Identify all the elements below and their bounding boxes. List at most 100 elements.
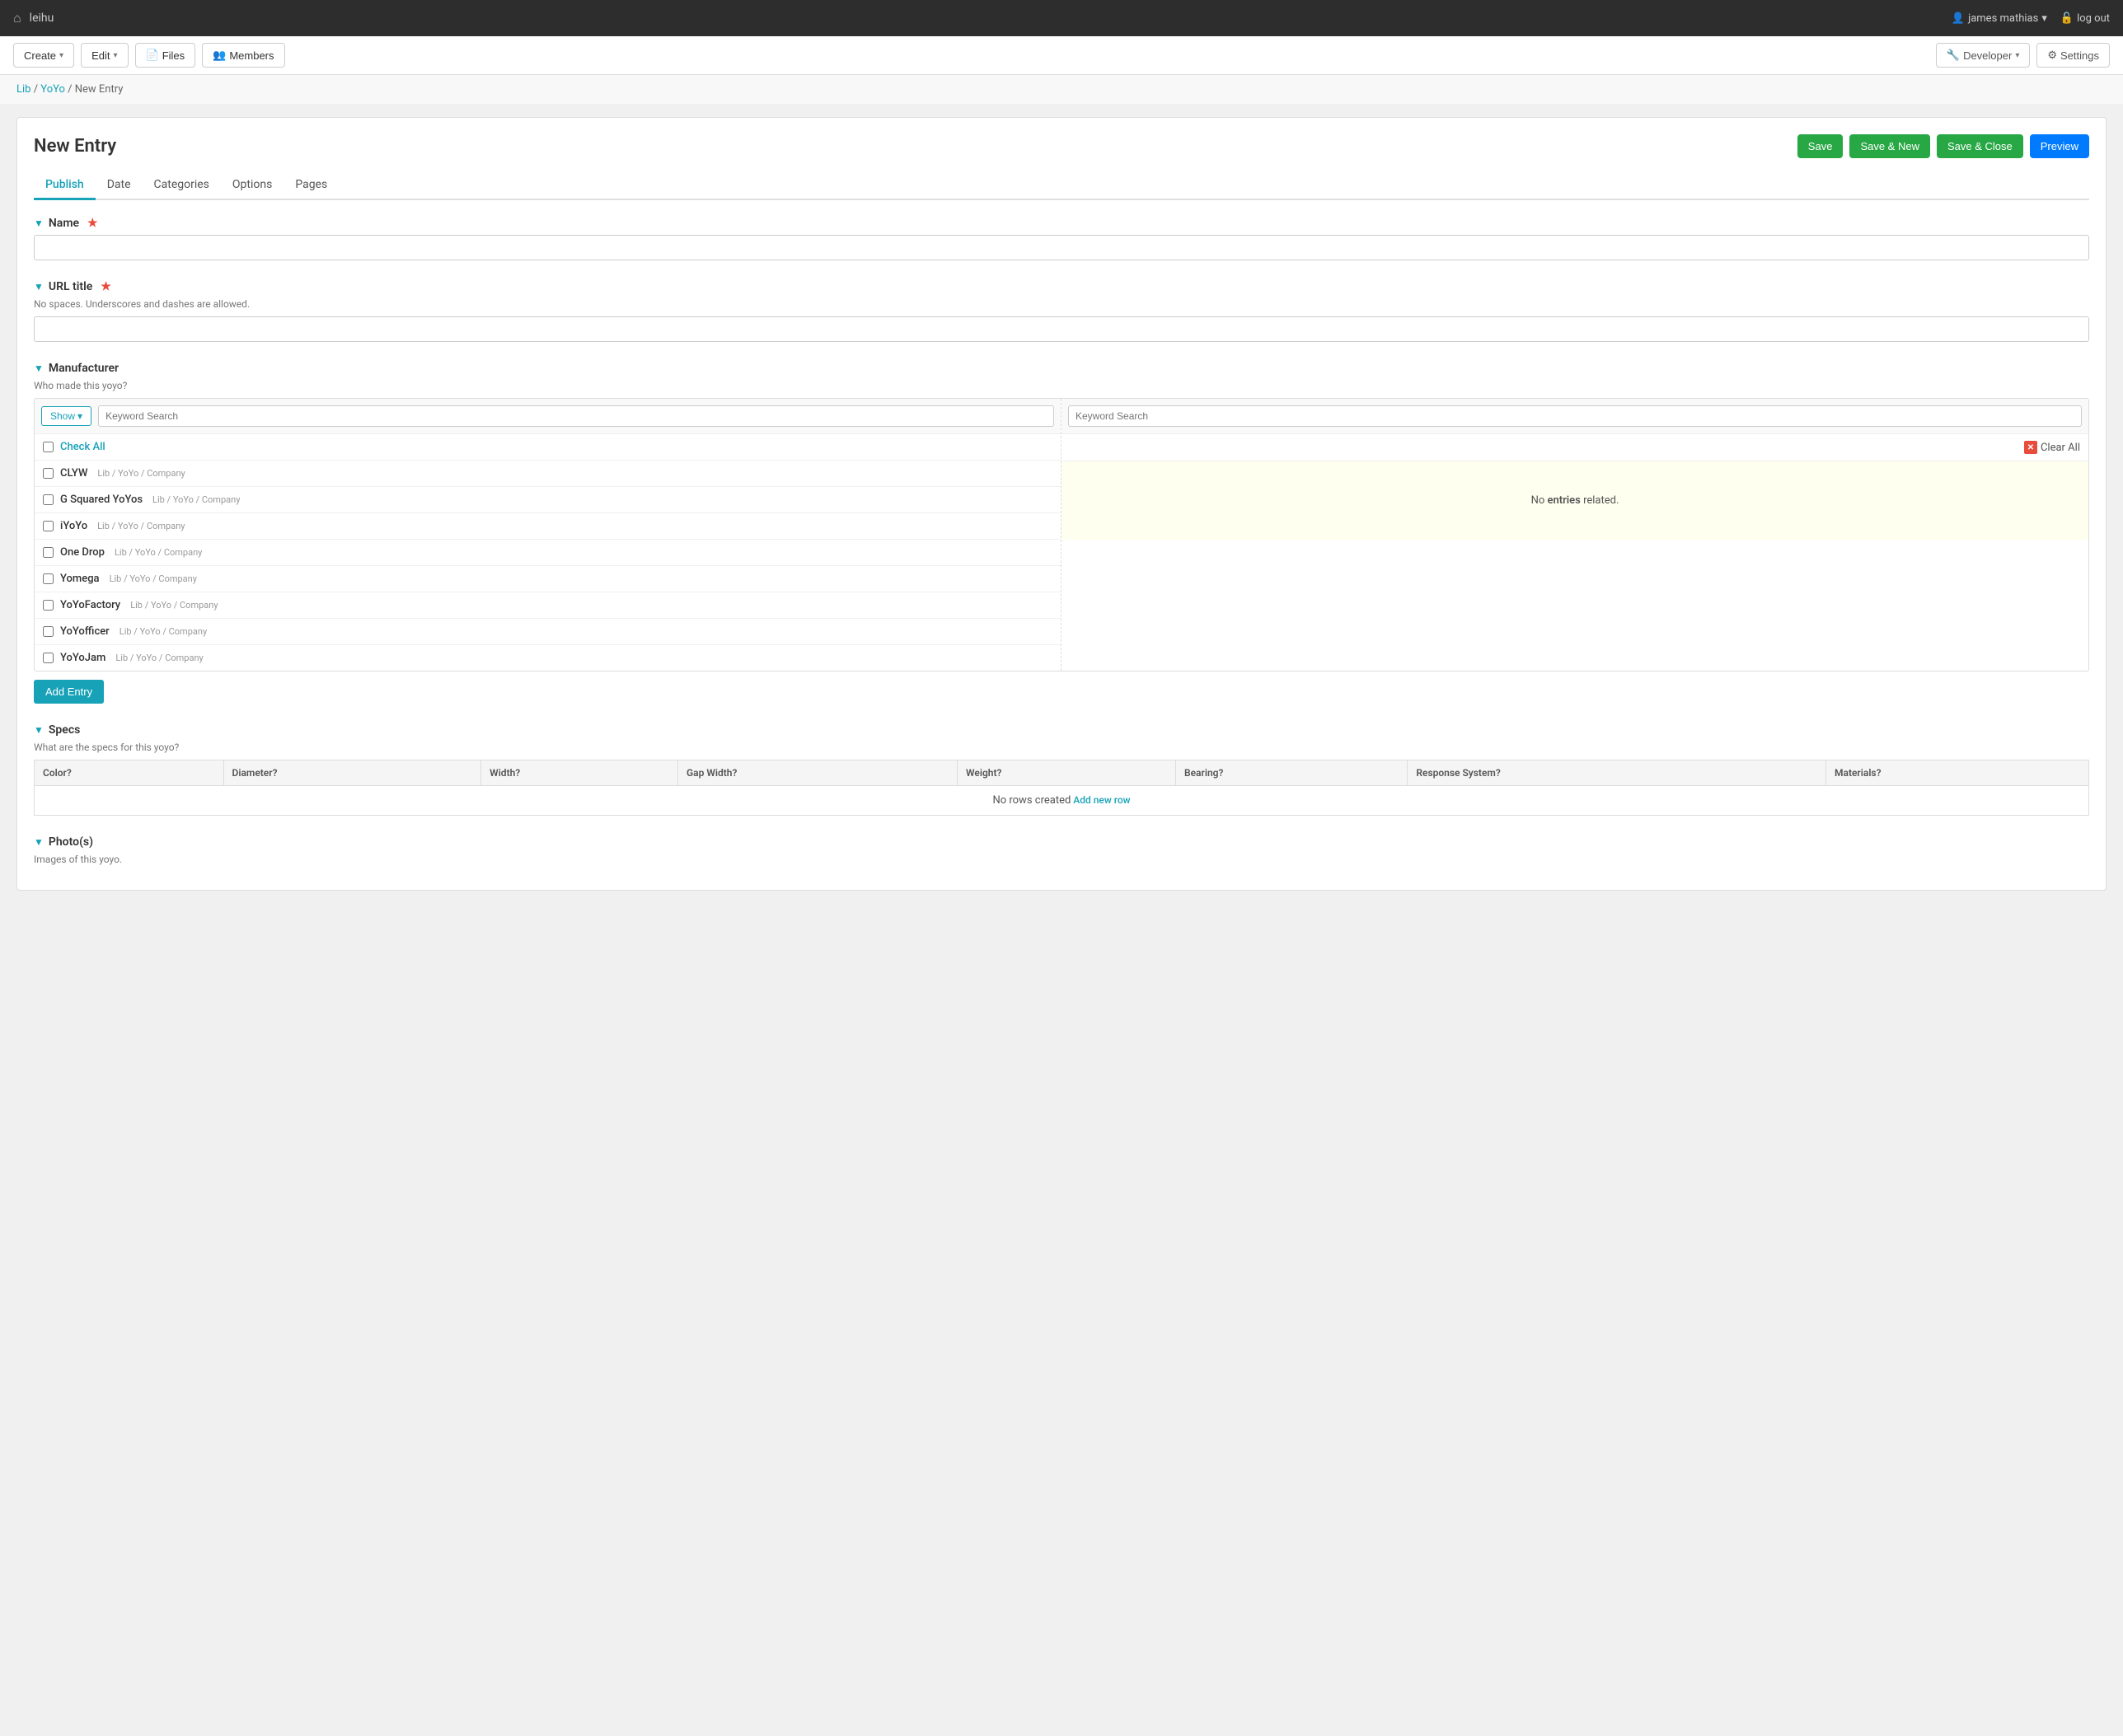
- home-icon[interactable]: ⌂: [13, 10, 21, 26]
- manufacturer-label: Manufacturer: [49, 362, 119, 375]
- manufacturer-list-item: One Drop Lib / YoYo / Company: [35, 540, 1061, 566]
- breadcrumb-yoyo[interactable]: YoYo: [40, 83, 65, 96]
- manufacturer-items-list: CLYW Lib / YoYo / Company G Squared YoYo…: [35, 461, 1061, 671]
- manufacturer-item-checkbox[interactable]: [43, 626, 54, 637]
- save-close-button[interactable]: Save & Close: [1937, 134, 2023, 158]
- tab-pages[interactable]: Pages: [284, 171, 339, 200]
- user-name: james mathias: [1968, 12, 2038, 25]
- manufacturer-chevron-icon: ▼: [34, 363, 44, 374]
- manufacturer-item-checkbox[interactable]: [43, 653, 54, 663]
- manufacturer-list-item: YoYoFactory Lib / YoYo / Company: [35, 592, 1061, 619]
- developer-icon: 🔧: [1947, 49, 1960, 62]
- specs-header-row: Color? Diameter? Width? Gap Width? Weigh…: [35, 760, 2089, 786]
- specs-hint: What are the specs for this yoyo?: [34, 742, 2089, 753]
- preview-button[interactable]: Preview: [2030, 134, 2089, 158]
- manufacturer-item-name: Yomega: [60, 573, 100, 585]
- save-button[interactable]: Save: [1797, 134, 1844, 158]
- add-entry-label: Add Entry: [45, 686, 92, 698]
- manufacturer-item-path: Lib / YoYo / Company: [110, 573, 197, 584]
- right-keyword-search-input[interactable]: [1068, 405, 2082, 427]
- manufacturer-item-checkbox[interactable]: [43, 468, 54, 479]
- create-button[interactable]: Create ▾: [13, 43, 74, 68]
- name-section: ▼ Name ★: [34, 217, 2089, 260]
- manufacturer-item-path: Lib / YoYo / Company: [120, 626, 207, 637]
- tab-options[interactable]: Options: [221, 171, 284, 200]
- manufacturer-item-path: Lib / YoYo / Company: [97, 521, 185, 531]
- manufacturer-list-item: CLYW Lib / YoYo / Company: [35, 461, 1061, 487]
- files-label: Files: [162, 49, 185, 62]
- breadcrumb-lib[interactable]: Lib: [16, 83, 30, 96]
- settings-label: Settings: [2060, 49, 2099, 62]
- right-panel-toolbar: [1062, 399, 2088, 434]
- manufacturer-item-name: One Drop: [60, 546, 105, 559]
- url-title-label: URL title: [49, 280, 92, 293]
- edit-dropdown-icon: ▾: [113, 51, 117, 60]
- developer-label: Developer: [1963, 49, 2012, 62]
- manufacturer-hint: Who made this yoyo?: [34, 380, 2089, 391]
- developer-button[interactable]: 🔧 Developer ▾: [1936, 43, 2030, 68]
- members-label: Members: [229, 49, 274, 62]
- col-color: Color?: [35, 760, 224, 786]
- specs-chevron-icon: ▼: [34, 724, 44, 736]
- entry-title: New Entry: [34, 136, 116, 157]
- url-title-chevron-icon: ▼: [34, 281, 44, 292]
- specs-table: Color? Diameter? Width? Gap Width? Weigh…: [34, 760, 2089, 816]
- no-entries-message: No entries related.: [1062, 461, 2088, 540]
- left-keyword-search-input[interactable]: [98, 405, 1054, 427]
- entry-tabs: Publish Date Categories Options Pages: [34, 171, 2089, 200]
- entry-actions: Save Save & New Save & Close Preview: [1797, 134, 2089, 158]
- check-all-row: Check All: [35, 434, 1061, 461]
- save-new-button[interactable]: Save & New: [1849, 134, 1930, 158]
- developer-dropdown-icon: ▾: [2015, 51, 2019, 60]
- manufacturer-item-name: YoYofficer: [60, 625, 110, 638]
- settings-button[interactable]: ⚙ Settings: [2036, 43, 2110, 68]
- url-title-required-star: ★: [101, 280, 111, 293]
- user-icon: 👤: [1952, 12, 1965, 25]
- manufacturer-item-checkbox[interactable]: [43, 547, 54, 558]
- manufacturer-item-name: iYoYo: [60, 520, 87, 532]
- manufacturer-box: Show ▾ Check All CLYW Lib: [34, 398, 2089, 671]
- manufacturer-item-checkbox[interactable]: [43, 573, 54, 584]
- manufacturer-item-name: CLYW: [60, 467, 87, 480]
- members-icon: 👥: [213, 49, 226, 62]
- check-all-label[interactable]: Check All: [60, 441, 105, 453]
- files-icon: 📄: [146, 49, 159, 62]
- clear-all-button[interactable]: ✕ Clear All: [2024, 441, 2080, 454]
- manufacturer-item-checkbox[interactable]: [43, 600, 54, 611]
- manufacturer-item-checkbox[interactable]: [43, 494, 54, 505]
- col-bearing: Bearing?: [1175, 760, 1407, 786]
- photos-label: Photo(s): [49, 835, 93, 849]
- check-all-checkbox[interactable]: [43, 442, 54, 452]
- logout-button[interactable]: 🔓 log out: [2060, 12, 2110, 25]
- edit-button[interactable]: Edit ▾: [81, 43, 128, 68]
- logout-label: log out: [2077, 12, 2110, 25]
- members-button[interactable]: 👥 Members: [202, 43, 284, 68]
- files-button[interactable]: 📄 Files: [135, 43, 196, 68]
- name-input[interactable]: [34, 235, 2089, 260]
- tab-date[interactable]: Date: [96, 171, 143, 200]
- add-new-row-link[interactable]: Add new row: [1073, 794, 1130, 806]
- manufacturer-right-panel: ✕ Clear All No entries related.: [1062, 399, 2088, 671]
- tab-categories[interactable]: Categories: [143, 171, 221, 200]
- add-entry-button[interactable]: Add Entry: [34, 680, 104, 704]
- clear-icon: ✕: [2024, 441, 2037, 454]
- col-materials: Materials?: [1826, 760, 2089, 786]
- top-navigation: ⌂ leihu 👤 james mathias ▾ 🔓 log out: [0, 0, 2123, 36]
- user-chevron-icon: ▾: [2041, 12, 2047, 25]
- entry-header: New Entry Save Save & New Save & Close P…: [34, 134, 2089, 158]
- manufacturer-item-path: Lib / YoYo / Company: [130, 600, 218, 611]
- url-title-input[interactable]: [34, 316, 2089, 342]
- user-menu[interactable]: 👤 james mathias ▾: [1952, 12, 2047, 25]
- site-name: leihu: [30, 12, 54, 25]
- manufacturer-item-checkbox[interactable]: [43, 521, 54, 531]
- manufacturer-item-name: YoYoFactory: [60, 599, 120, 611]
- manufacturer-list-item: Yomega Lib / YoYo / Company: [35, 566, 1061, 592]
- url-title-section: ▼ URL title ★ No spaces. Underscores and…: [34, 280, 2089, 342]
- manufacturer-item-path: Lib / YoYo / Company: [97, 468, 185, 479]
- create-dropdown-icon: ▾: [59, 51, 63, 60]
- show-button[interactable]: Show ▾: [41, 406, 91, 426]
- tab-publish[interactable]: Publish: [34, 171, 96, 200]
- col-width: Width?: [481, 760, 678, 786]
- col-weight: Weight?: [958, 760, 1176, 786]
- manufacturer-section: ▼ Manufacturer Who made this yoyo? Show …: [34, 362, 2089, 704]
